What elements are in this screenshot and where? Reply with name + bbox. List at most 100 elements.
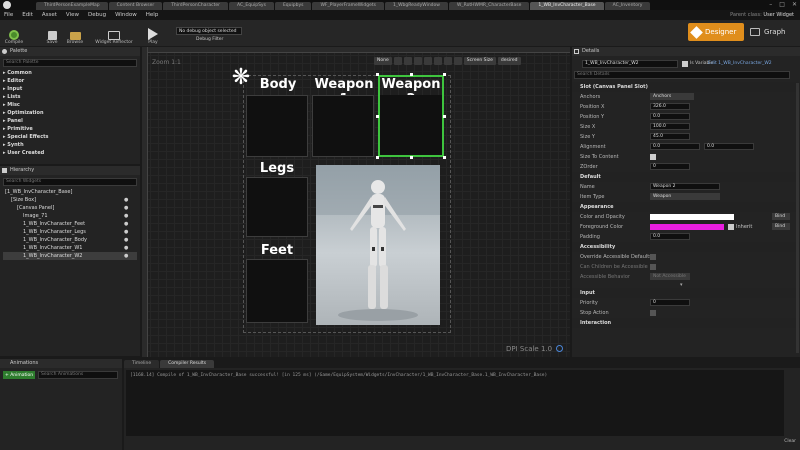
eye-icon[interactable]: ● <box>124 220 136 228</box>
inherit-checkbox[interactable] <box>728 224 734 230</box>
tree-item[interactable]: 1_WB_InvCharacter_Body <box>3 236 137 244</box>
resize-handle[interactable] <box>410 156 413 159</box>
add-animation-button[interactable]: + Animation <box>3 371 36 379</box>
position-x-field[interactable]: 326.0 <box>650 103 690 110</box>
bind-button[interactable]: Bind <box>772 213 790 220</box>
canvas-tool-icon[interactable] <box>423 57 432 65</box>
slot-section-header[interactable]: Slot (Canvas Panel Slot) <box>572 82 800 92</box>
resize-handle[interactable] <box>376 115 379 118</box>
doc-tab[interactable]: ThirdPersonCharacter <box>163 1 229 10</box>
tree-item[interactable]: 1_WB_InvCharacter_W1 <box>3 244 137 252</box>
timeline-tab[interactable]: Timeline <box>124 359 160 368</box>
search-animations-input[interactable]: Search Animations <box>38 371 118 379</box>
resize-handle[interactable] <box>376 156 379 159</box>
anchors-dropdown[interactable]: Anchors <box>650 93 694 100</box>
doc-tab[interactable]: WF_PlayerFrameWidgets <box>312 1 384 10</box>
alignment-y-field[interactable]: 0.0 <box>704 143 754 150</box>
resize-handle[interactable] <box>443 156 446 159</box>
menu-view[interactable]: View <box>66 12 79 18</box>
canvas-tool-icon[interactable] <box>393 57 402 65</box>
widget-name-field[interactable]: 1_WB_InvCharacter_W2 <box>582 60 678 68</box>
resize-handle[interactable] <box>410 73 413 76</box>
desired-dropdown[interactable]: desired <box>497 57 521 65</box>
doc-tab[interactable]: Equipbys <box>274 1 312 10</box>
none-dropdown[interactable]: None <box>374 57 392 65</box>
size-to-content-checkbox[interactable] <box>650 154 656 160</box>
bind-button[interactable]: Bind <box>772 223 790 230</box>
doc-tab[interactable]: 1_WbgReadyWindow <box>384 1 448 10</box>
interaction-section-header[interactable]: Interaction <box>572 318 800 328</box>
save-button[interactable]: Save <box>42 22 62 45</box>
resize-handle[interactable] <box>376 73 379 76</box>
legs-slot[interactable] <box>246 177 308 237</box>
tree-item[interactable]: [Canvas Panel] <box>3 204 137 212</box>
tree-item[interactable]: 1_WB_InvCharacter_Feet <box>3 220 137 228</box>
priority-field[interactable]: 0 <box>650 299 690 306</box>
palette-search-input[interactable]: Search Palette <box>3 59 137 67</box>
palette-category[interactable]: ▸ Common <box>3 69 137 77</box>
canvas-tool-icon[interactable] <box>413 57 422 65</box>
color-opacity-swatch[interactable] <box>650 214 734 220</box>
resize-handle[interactable] <box>443 115 446 118</box>
eye-icon[interactable]: ● <box>124 244 136 252</box>
compiler-results-tab[interactable]: Compiler Results <box>160 359 215 368</box>
advanced-expander[interactable]: ▾ <box>572 282 800 288</box>
position-y-field[interactable]: 0.0 <box>650 113 690 120</box>
accessibility-section-header[interactable]: Accessibility <box>572 242 800 252</box>
hierarchy-search-input[interactable]: Search Widgets <box>3 178 137 186</box>
dpi-settings-icon[interactable] <box>556 345 563 352</box>
play-button[interactable]: Play <box>142 22 164 45</box>
body-slot[interactable] <box>246 95 308 157</box>
appearance-section-header[interactable]: Appearance <box>572 202 800 212</box>
minimize-icon[interactable]: – <box>769 1 772 8</box>
palette-category[interactable]: ▸ Lists <box>3 93 137 101</box>
menu-window[interactable]: Window <box>115 12 137 18</box>
accessible-behavior-dropdown[interactable]: Not Accessible <box>650 273 690 280</box>
menu-edit[interactable]: Edit <box>22 12 33 18</box>
size-y-field[interactable]: 45.0 <box>650 133 690 140</box>
doc-tab[interactable]: AC_Inventory <box>604 1 651 10</box>
designer-button[interactable]: Designer <box>688 23 744 41</box>
feet-slot[interactable] <box>246 259 308 323</box>
palette-category[interactable]: ▸ Editor <box>3 77 137 85</box>
is-variable-checkbox[interactable] <box>682 61 688 67</box>
character-preview-image[interactable] <box>316 165 440 325</box>
palette-category[interactable]: ▸ Input <box>3 85 137 93</box>
debug-object-select[interactable]: No debug object selected <box>176 27 242 35</box>
palette-category[interactable]: ▸ Misc <box>3 101 137 109</box>
input-section-header[interactable]: Input <box>572 288 800 298</box>
stop-action-checkbox[interactable] <box>650 310 656 316</box>
tree-item[interactable]: [Size Box] <box>3 196 137 204</box>
doc-tab[interactable]: AC_EquipSys <box>229 1 274 10</box>
eye-icon[interactable]: ● <box>124 204 136 212</box>
palette-category[interactable]: ▸ User Created <box>3 149 137 157</box>
override-accessible-checkbox[interactable] <box>650 254 656 260</box>
screen-size-dropdown[interactable]: Screen Size <box>463 57 496 65</box>
resize-handle[interactable] <box>443 73 446 76</box>
alignment-x-field[interactable]: 0.0 <box>650 143 700 150</box>
canvas-tool-icon[interactable] <box>433 57 442 65</box>
zorder-field[interactable]: 0 <box>650 163 690 170</box>
size-x-field[interactable]: 100.0 <box>650 123 690 130</box>
palette-category[interactable]: ▸ Synth <box>3 141 137 149</box>
tree-item-selected[interactable]: 1_WB_InvCharacter_W2 <box>3 252 137 260</box>
name-field[interactable]: Weapon 2 <box>650 183 720 190</box>
menu-debug[interactable]: Debug <box>88 12 106 18</box>
details-search-input[interactable]: Search Details <box>574 71 790 79</box>
item-type-dropdown[interactable]: Weapon <box>650 193 720 200</box>
canvas-tool-icon[interactable] <box>403 57 412 65</box>
canvas-tool-icon[interactable] <box>453 57 462 65</box>
widget-reflector-button[interactable]: Widget Reflector <box>92 22 136 45</box>
palette-category[interactable]: ▸ Optimization <box>3 109 137 117</box>
can-children-checkbox[interactable] <box>650 264 656 270</box>
menu-help[interactable]: Help <box>146 12 159 18</box>
eye-icon[interactable]: ● <box>124 236 136 244</box>
menu-file[interactable]: File <box>4 12 13 18</box>
close-icon[interactable]: ✕ <box>792 1 797 8</box>
designer-canvas[interactable]: Zoom 1:1 None Screen Size desired ❋ Body… <box>142 47 570 357</box>
details-scrollbar[interactable] <box>796 83 799 353</box>
compile-button[interactable]: Compile <box>2 22 26 45</box>
canvas-tool-icon[interactable] <box>443 57 452 65</box>
tree-item[interactable]: 1_WB_InvCharacter_Legs <box>3 228 137 236</box>
graph-button[interactable]: Graph <box>748 23 796 41</box>
